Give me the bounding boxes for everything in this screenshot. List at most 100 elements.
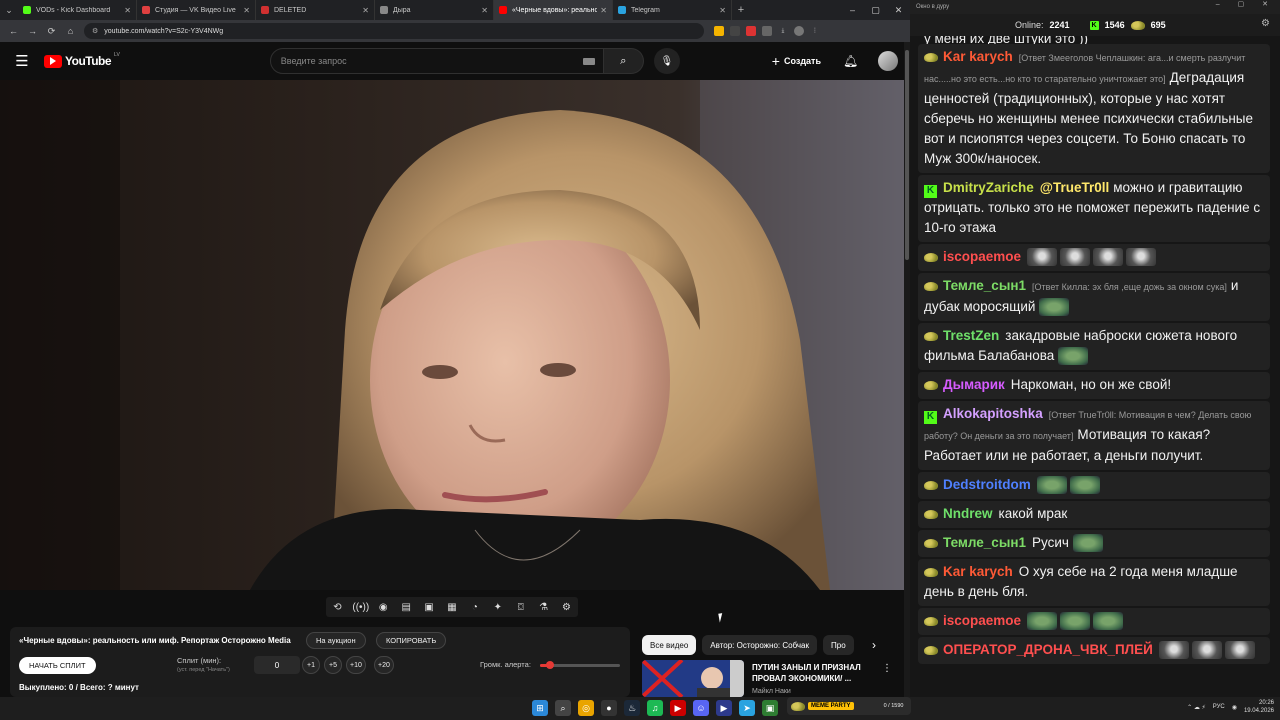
search-icon[interactable]: ⌕ xyxy=(555,700,571,716)
extension-icon[interactable] xyxy=(762,26,772,36)
tab-1[interactable]: Студия — VK Видео Live ✕ xyxy=(137,0,256,20)
settings-icon[interactable]: ⚙ xyxy=(1261,18,1270,29)
meme-party-widget[interactable]: MEME PARTY 0 / 1590 xyxy=(787,697,911,715)
chat-username[interactable]: Kar karych xyxy=(943,49,1013,64)
chat-username[interactable]: iscopaemoe xyxy=(943,613,1021,628)
tab-close-icon[interactable]: ✕ xyxy=(481,6,488,15)
film-icon[interactable]: ▦ xyxy=(444,602,460,613)
speed-icon[interactable]: ◔ xyxy=(467,602,483,613)
auction-button[interactable]: На аукцион xyxy=(306,632,366,649)
start-split-button[interactable]: НАЧАТЬ СПЛИТ xyxy=(19,657,96,674)
chat-username[interactable]: Темле_сын1 xyxy=(943,278,1026,293)
chat-mention[interactable]: @TrueTr0ll xyxy=(1040,180,1109,195)
chrome-icon[interactable]: ◎ xyxy=(578,700,594,716)
search-button[interactable]: ⌕ xyxy=(603,48,644,74)
steam-icon[interactable]: ♨ xyxy=(624,700,640,716)
tab-close-icon[interactable]: ✕ xyxy=(124,6,131,15)
increment-button[interactable]: +10 xyxy=(346,656,366,674)
keyboard-icon[interactable] xyxy=(582,57,595,65)
tab-close-icon[interactable]: ✕ xyxy=(362,6,369,15)
chat-username[interactable]: Alkokapitoshka xyxy=(943,406,1043,421)
clock[interactable]: 20:26 19.04.2026 xyxy=(1244,699,1274,715)
video-player[interactable] xyxy=(0,80,904,590)
youtube-logo[interactable]: YouTube LV xyxy=(44,52,120,68)
settings-icon[interactable]: ⚙ xyxy=(559,602,575,613)
extension-icon[interactable] xyxy=(714,26,724,36)
media-player-icon[interactable]: ▶ xyxy=(716,700,732,716)
frame-icon[interactable]: ▣ xyxy=(421,602,437,613)
back-icon[interactable]: ← xyxy=(4,26,23,36)
recommended-channel[interactable]: Майкл Наки xyxy=(752,688,791,695)
tab-2[interactable]: DELETED ✕ xyxy=(256,0,375,20)
new-tab-button[interactable]: + xyxy=(732,4,750,16)
home-icon[interactable]: ⌂ xyxy=(61,26,80,36)
camera-eye-icon[interactable]: ◉ xyxy=(375,602,391,613)
chat-username[interactable]: Темле_сын1 xyxy=(943,535,1026,550)
chat-username[interactable]: iscopaemoe xyxy=(943,249,1021,264)
scrollbar-thumb[interactable] xyxy=(905,50,909,260)
ai-icon[interactable]: ✦ xyxy=(490,602,506,613)
increment-button[interactable]: +5 xyxy=(324,656,342,674)
windows-icon[interactable]: ⊞ xyxy=(532,700,548,716)
language-indicator[interactable]: РУС xyxy=(1213,704,1225,710)
chip-all-videos[interactable]: Все видео xyxy=(642,635,697,655)
close-icon[interactable]: ✕ xyxy=(887,0,910,20)
profile-icon[interactable] xyxy=(794,26,804,36)
chat-window-controls[interactable]: – ▢ ✕ xyxy=(1216,0,1276,8)
volume-icon[interactable]: ◉ xyxy=(1232,704,1237,711)
avatar[interactable] xyxy=(878,51,899,71)
alert-volume-slider[interactable] xyxy=(540,661,620,669)
menu-icon[interactable]: ☰ xyxy=(0,52,44,70)
copy-button[interactable]: КОПИРОВАТЬ xyxy=(376,632,447,649)
tab-search-icon[interactable]: ⌄ xyxy=(0,0,18,20)
youtube-music-icon[interactable]: ▶ xyxy=(670,700,686,716)
tab-3[interactable]: Дыра ✕ xyxy=(375,0,494,20)
clapper-icon[interactable]: ▤ xyxy=(398,602,414,613)
tab-close-icon[interactable]: ✕ xyxy=(600,6,607,15)
tab-close-icon[interactable]: ✕ xyxy=(243,6,250,15)
chip-more[interactable]: Про xyxy=(823,635,854,655)
chat-username[interactable]: Nndrew xyxy=(943,506,993,521)
downloads-icon[interactable]: ⤓ xyxy=(778,26,788,36)
url-field[interactable]: ⚙ youtube.com/watch?v=S2c-Y3V4NWg xyxy=(84,23,704,39)
tab-4[interactable]: «Черные вдовы»: реально ✕ xyxy=(494,0,613,20)
extension-icon[interactable] xyxy=(746,26,756,36)
chat-username[interactable]: Kar karych xyxy=(943,564,1013,579)
forward-icon[interactable]: → xyxy=(23,26,42,36)
live-icon[interactable]: ((•)) xyxy=(352,602,369,613)
increment-button[interactable]: +20 xyxy=(374,656,394,674)
tab-close-icon[interactable]: ✕ xyxy=(719,6,726,15)
spotify-icon[interactable]: ♫ xyxy=(647,700,663,716)
chat-username[interactable]: Dedstroitdom xyxy=(943,477,1031,492)
chip-author[interactable]: Автор: Осторожно: Собчак xyxy=(702,635,818,655)
files-icon[interactable]: ▣ xyxy=(762,700,778,716)
menu-icon[interactable]: ⋮ xyxy=(810,26,820,36)
chat-username[interactable]: Дымарик xyxy=(943,377,1005,392)
slider-handle[interactable] xyxy=(545,661,554,669)
increment-button[interactable]: +1 xyxy=(302,656,320,674)
search-input[interactable]: Введите запрос xyxy=(269,48,604,74)
more-options-icon[interactable]: ⋮ xyxy=(882,663,892,674)
create-button[interactable]: + Создать xyxy=(772,53,821,69)
discord-icon[interactable]: ☺ xyxy=(693,700,709,716)
notifications-icon[interactable]: 🔔︎ xyxy=(843,54,858,68)
screenshot-icon[interactable]: ⌼ xyxy=(513,602,529,613)
chat-username[interactable]: ОПЕРАТОР_ДРОНА_ЧВК_ПЛЕЙ xyxy=(943,642,1153,657)
tab-5[interactable]: Telegram ✕ xyxy=(613,0,732,20)
lab-icon[interactable]: ⚗ xyxy=(536,602,552,613)
video-thumbnail[interactable] xyxy=(642,660,744,697)
chat-username[interactable]: TrestZen xyxy=(943,328,999,343)
recommended-video[interactable]: ПУТИН ЗАНЫЛ И ПРИЗНАЛ ПРОВАЛ ЭКОНОМИКИ/ … xyxy=(642,660,904,697)
telegram-icon[interactable]: ➤ xyxy=(739,700,755,716)
maximize-icon[interactable]: ▢ xyxy=(864,0,887,20)
repeat-icon[interactable]: ⟲ xyxy=(329,602,345,613)
extension-icon[interactable] xyxy=(730,26,740,36)
split-minutes-input[interactable]: 0 xyxy=(254,656,300,674)
minimize-icon[interactable]: – xyxy=(841,0,864,20)
voice-search-button[interactable]: 🎙︎ xyxy=(653,48,680,74)
site-info-icon[interactable]: ⚙ xyxy=(92,27,98,35)
obs-icon[interactable]: ● xyxy=(601,700,617,716)
chat-username[interactable]: DmitryZariche xyxy=(943,180,1034,195)
tray-icons[interactable]: ⌃ ☁ ⚡ xyxy=(1187,704,1206,711)
chevron-right-icon[interactable]: › xyxy=(872,638,876,652)
